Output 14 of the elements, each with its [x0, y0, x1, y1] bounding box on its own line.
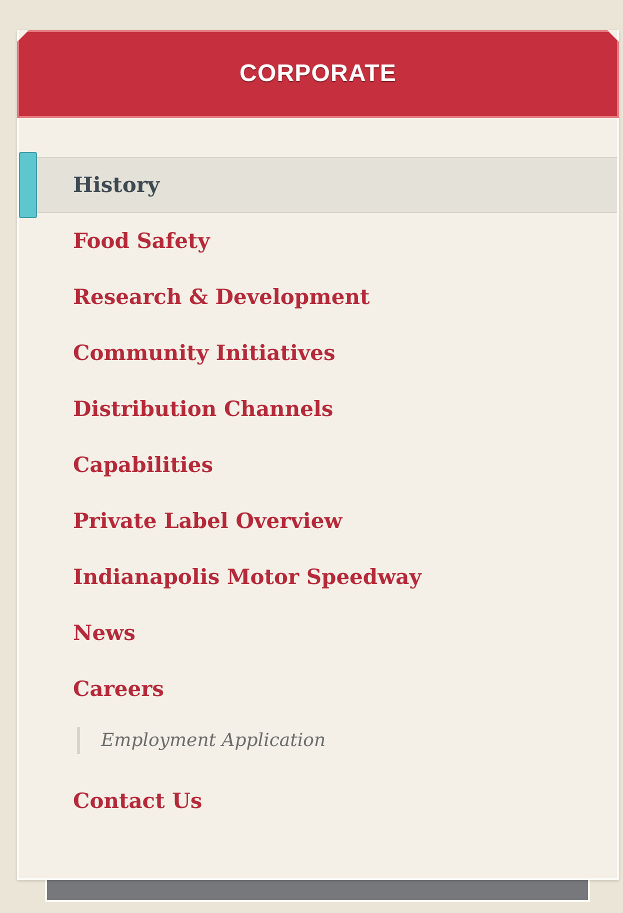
- menu-link[interactable]: Private Label Overview: [73, 505, 342, 537]
- menu-link[interactable]: Research & Development: [73, 281, 370, 313]
- menu-link[interactable]: Community Initiatives: [73, 337, 336, 369]
- menu-link[interactable]: Contact Us: [73, 785, 202, 817]
- menu-link[interactable]: News: [73, 617, 136, 649]
- menu-link[interactable]: Distribution Channels: [73, 393, 334, 425]
- menu-link[interactable]: Indianapolis Motor Speedway: [73, 561, 422, 593]
- menu-link[interactable]: Capabilities: [73, 449, 214, 481]
- active-marker: [19, 152, 37, 218]
- menu-link[interactable]: History: [73, 169, 160, 201]
- header-title: CORPORATE: [240, 59, 396, 89]
- menu-link[interactable]: Food Safety: [73, 225, 210, 257]
- submenu-link[interactable]: Employment Application: [77, 726, 326, 754]
- menu-link[interactable]: Careers: [73, 673, 164, 705]
